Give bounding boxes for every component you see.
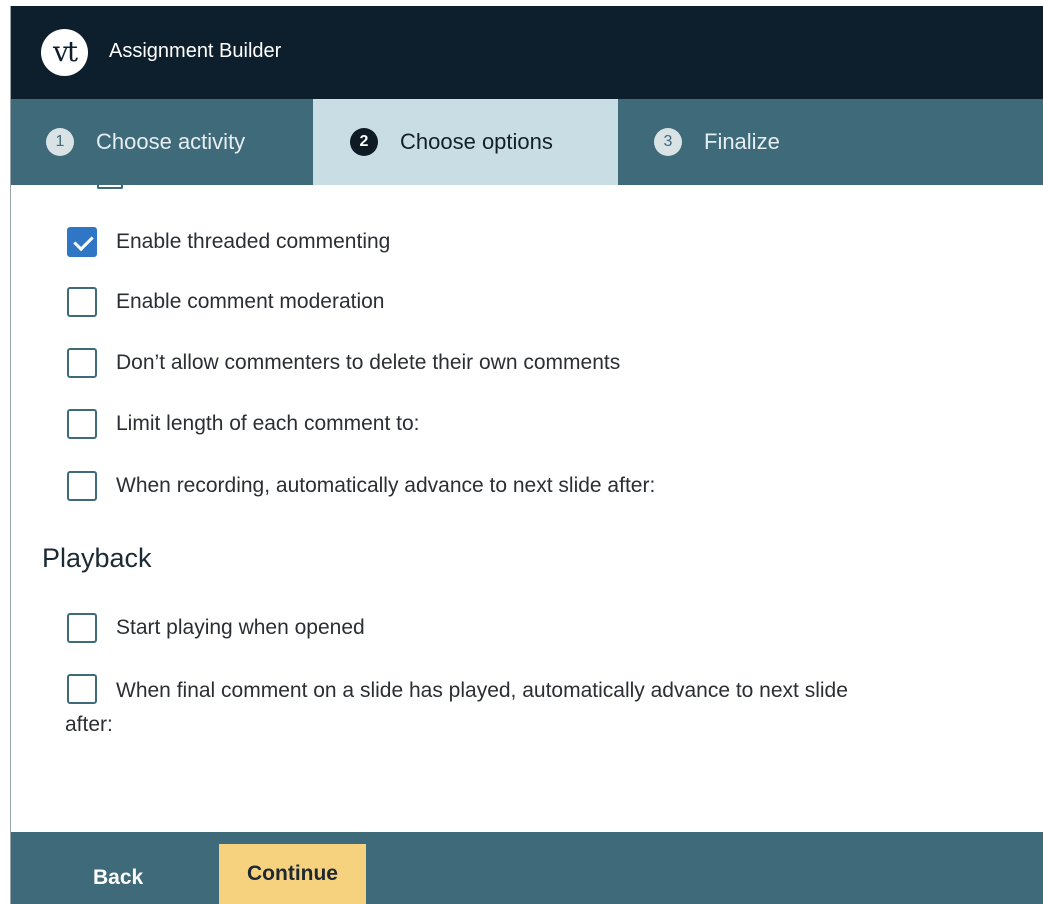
step-label: Choose activity bbox=[96, 129, 246, 154]
checkbox[interactable] bbox=[67, 348, 97, 378]
app-title: Assignment Builder bbox=[109, 40, 282, 62]
option-label: Enable comment moderation bbox=[116, 290, 385, 313]
assignment-builder-window: vt Assignment Builder 1 Choose activity … bbox=[10, 6, 1043, 904]
footer-bar: Back Continue bbox=[11, 832, 1043, 904]
option-label: When final comment on a slide has played… bbox=[116, 679, 848, 702]
step-choose-activity[interactable]: 1 Choose activity bbox=[11, 99, 313, 185]
partially-visible-checkbox[interactable] bbox=[97, 181, 123, 189]
checkbox[interactable] bbox=[67, 409, 97, 439]
vt-logo: vt bbox=[41, 29, 88, 76]
checkbox[interactable] bbox=[67, 674, 97, 705]
step-choose-options[interactable]: 2 Choose options bbox=[313, 99, 618, 185]
step-number-badge: 1 bbox=[46, 128, 74, 156]
step-tabs: 1 Choose activity 2 Choose options 3 Fin… bbox=[11, 99, 1043, 185]
option-threaded-commenting[interactable]: Enable threaded commenting bbox=[67, 227, 390, 257]
checkbox[interactable] bbox=[67, 471, 97, 501]
option-label: Don’t allow commenters to delete their o… bbox=[116, 351, 621, 374]
option-label: Limit length of each comment to: bbox=[116, 412, 420, 435]
option-start-playing[interactable]: Start playing when opened bbox=[67, 613, 365, 643]
step-label: Finalize bbox=[704, 129, 780, 154]
back-button[interactable]: Back bbox=[71, 853, 165, 903]
step-number-badge: 3 bbox=[654, 128, 682, 156]
playback-heading: Playback bbox=[42, 543, 152, 573]
checkbox[interactable] bbox=[67, 613, 97, 643]
options-panel[interactable]: Enable threaded commenting Enable commen… bbox=[11, 181, 1043, 832]
step-finalize[interactable]: 3 Finalize bbox=[618, 99, 878, 185]
step-number-badge: 2 bbox=[350, 128, 378, 156]
option-auto-advance-recording[interactable]: When recording, automatically advance to… bbox=[67, 471, 655, 501]
option-label: Enable threaded commenting bbox=[116, 230, 391, 253]
option-limit-comment-length[interactable]: Limit length of each comment to: bbox=[67, 409, 420, 439]
continue-button[interactable]: Continue bbox=[219, 844, 366, 904]
option-label: Start playing when opened bbox=[116, 616, 365, 639]
app-header: vt Assignment Builder bbox=[11, 6, 1043, 99]
option-comment-moderation[interactable]: Enable comment moderation bbox=[67, 287, 384, 317]
option-disallow-delete-comments[interactable]: Don’t allow commenters to delete their o… bbox=[67, 348, 620, 378]
step-label: Choose options bbox=[400, 129, 553, 154]
checkbox-checked[interactable] bbox=[67, 227, 97, 257]
option-label: When recording, automatically advance to… bbox=[116, 474, 656, 497]
option-label-continuation: after: bbox=[65, 713, 113, 736]
checkbox[interactable] bbox=[67, 287, 97, 317]
option-auto-advance-playback[interactable]: When final comment on a slide has played… bbox=[65, 674, 1007, 742]
